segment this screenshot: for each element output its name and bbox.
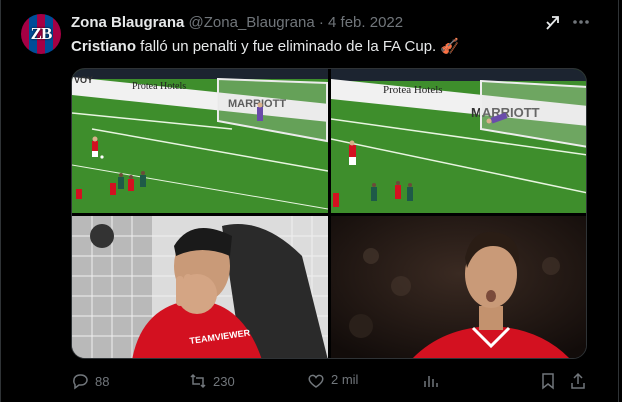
board-left-2: Protea Hotels: [383, 84, 443, 96]
likes-number: 2 mil: [331, 372, 359, 387]
more-options-icon[interactable]: [571, 12, 591, 37]
tweet-card[interactable]: ZB Zona Blaugrana @Zona_Blaugrana · 4 fe…: [0, 0, 619, 402]
board-prefix-1: VOY: [74, 75, 93, 85]
avatar[interactable]: ZB: [21, 14, 61, 54]
media-image-1[interactable]: VOY Protea Hotels MARRIOTT: [72, 69, 328, 213]
likes-shown: 2 mil: [307, 372, 358, 387]
board-left-1: Protea Hotels: [132, 81, 186, 92]
tweet-text: Cristiano falló un penalti y fue elimina…: [71, 37, 459, 55]
retweet-icon: [190, 373, 206, 389]
bookmark-icon: [542, 373, 554, 390]
reply-icon: [73, 374, 88, 390]
tweet-text-rest: falló un penalti y fue eliminado de la F…: [136, 38, 460, 55]
tweet-date[interactable]: 4 feb. 2022: [328, 14, 403, 31]
reply-button[interactable]: 88: [71, 372, 109, 390]
views-button[interactable]: [421, 372, 439, 390]
grok-icon[interactable]: [544, 14, 562, 36]
display-name[interactable]: Zona Blaugrana: [71, 14, 184, 31]
media-grid[interactable]: VOY Protea Hotels MARRIOTT Protea Hotels…: [71, 68, 587, 359]
views-chart-icon: [424, 376, 438, 387]
avatar-text: ZB: [30, 24, 53, 43]
share-icon: [571, 372, 585, 389]
separator-dot: ·: [318, 14, 324, 31]
media-image-4[interactable]: [331, 216, 586, 358]
media-image-2[interactable]: Protea Hotels MARRIOTT: [331, 69, 586, 213]
tweet-text-bold: Cristiano: [71, 38, 137, 55]
retweet-count: 230: [213, 373, 235, 389]
reply-count: 88: [95, 373, 110, 389]
media-image-3[interactable]: TEAMVIEWER: [72, 216, 328, 358]
bookmark-button[interactable]: [539, 372, 557, 390]
tweet-header: Zona Blaugrana @Zona_Blaugrana · 4 feb. …: [71, 14, 403, 31]
share-button[interactable]: [569, 372, 587, 390]
handle[interactable]: @Zona_Blaugrana: [189, 14, 315, 31]
action-bar: 88 230 2 mil: [71, 372, 591, 392]
retweet-button[interactable]: 230: [189, 372, 235, 390]
